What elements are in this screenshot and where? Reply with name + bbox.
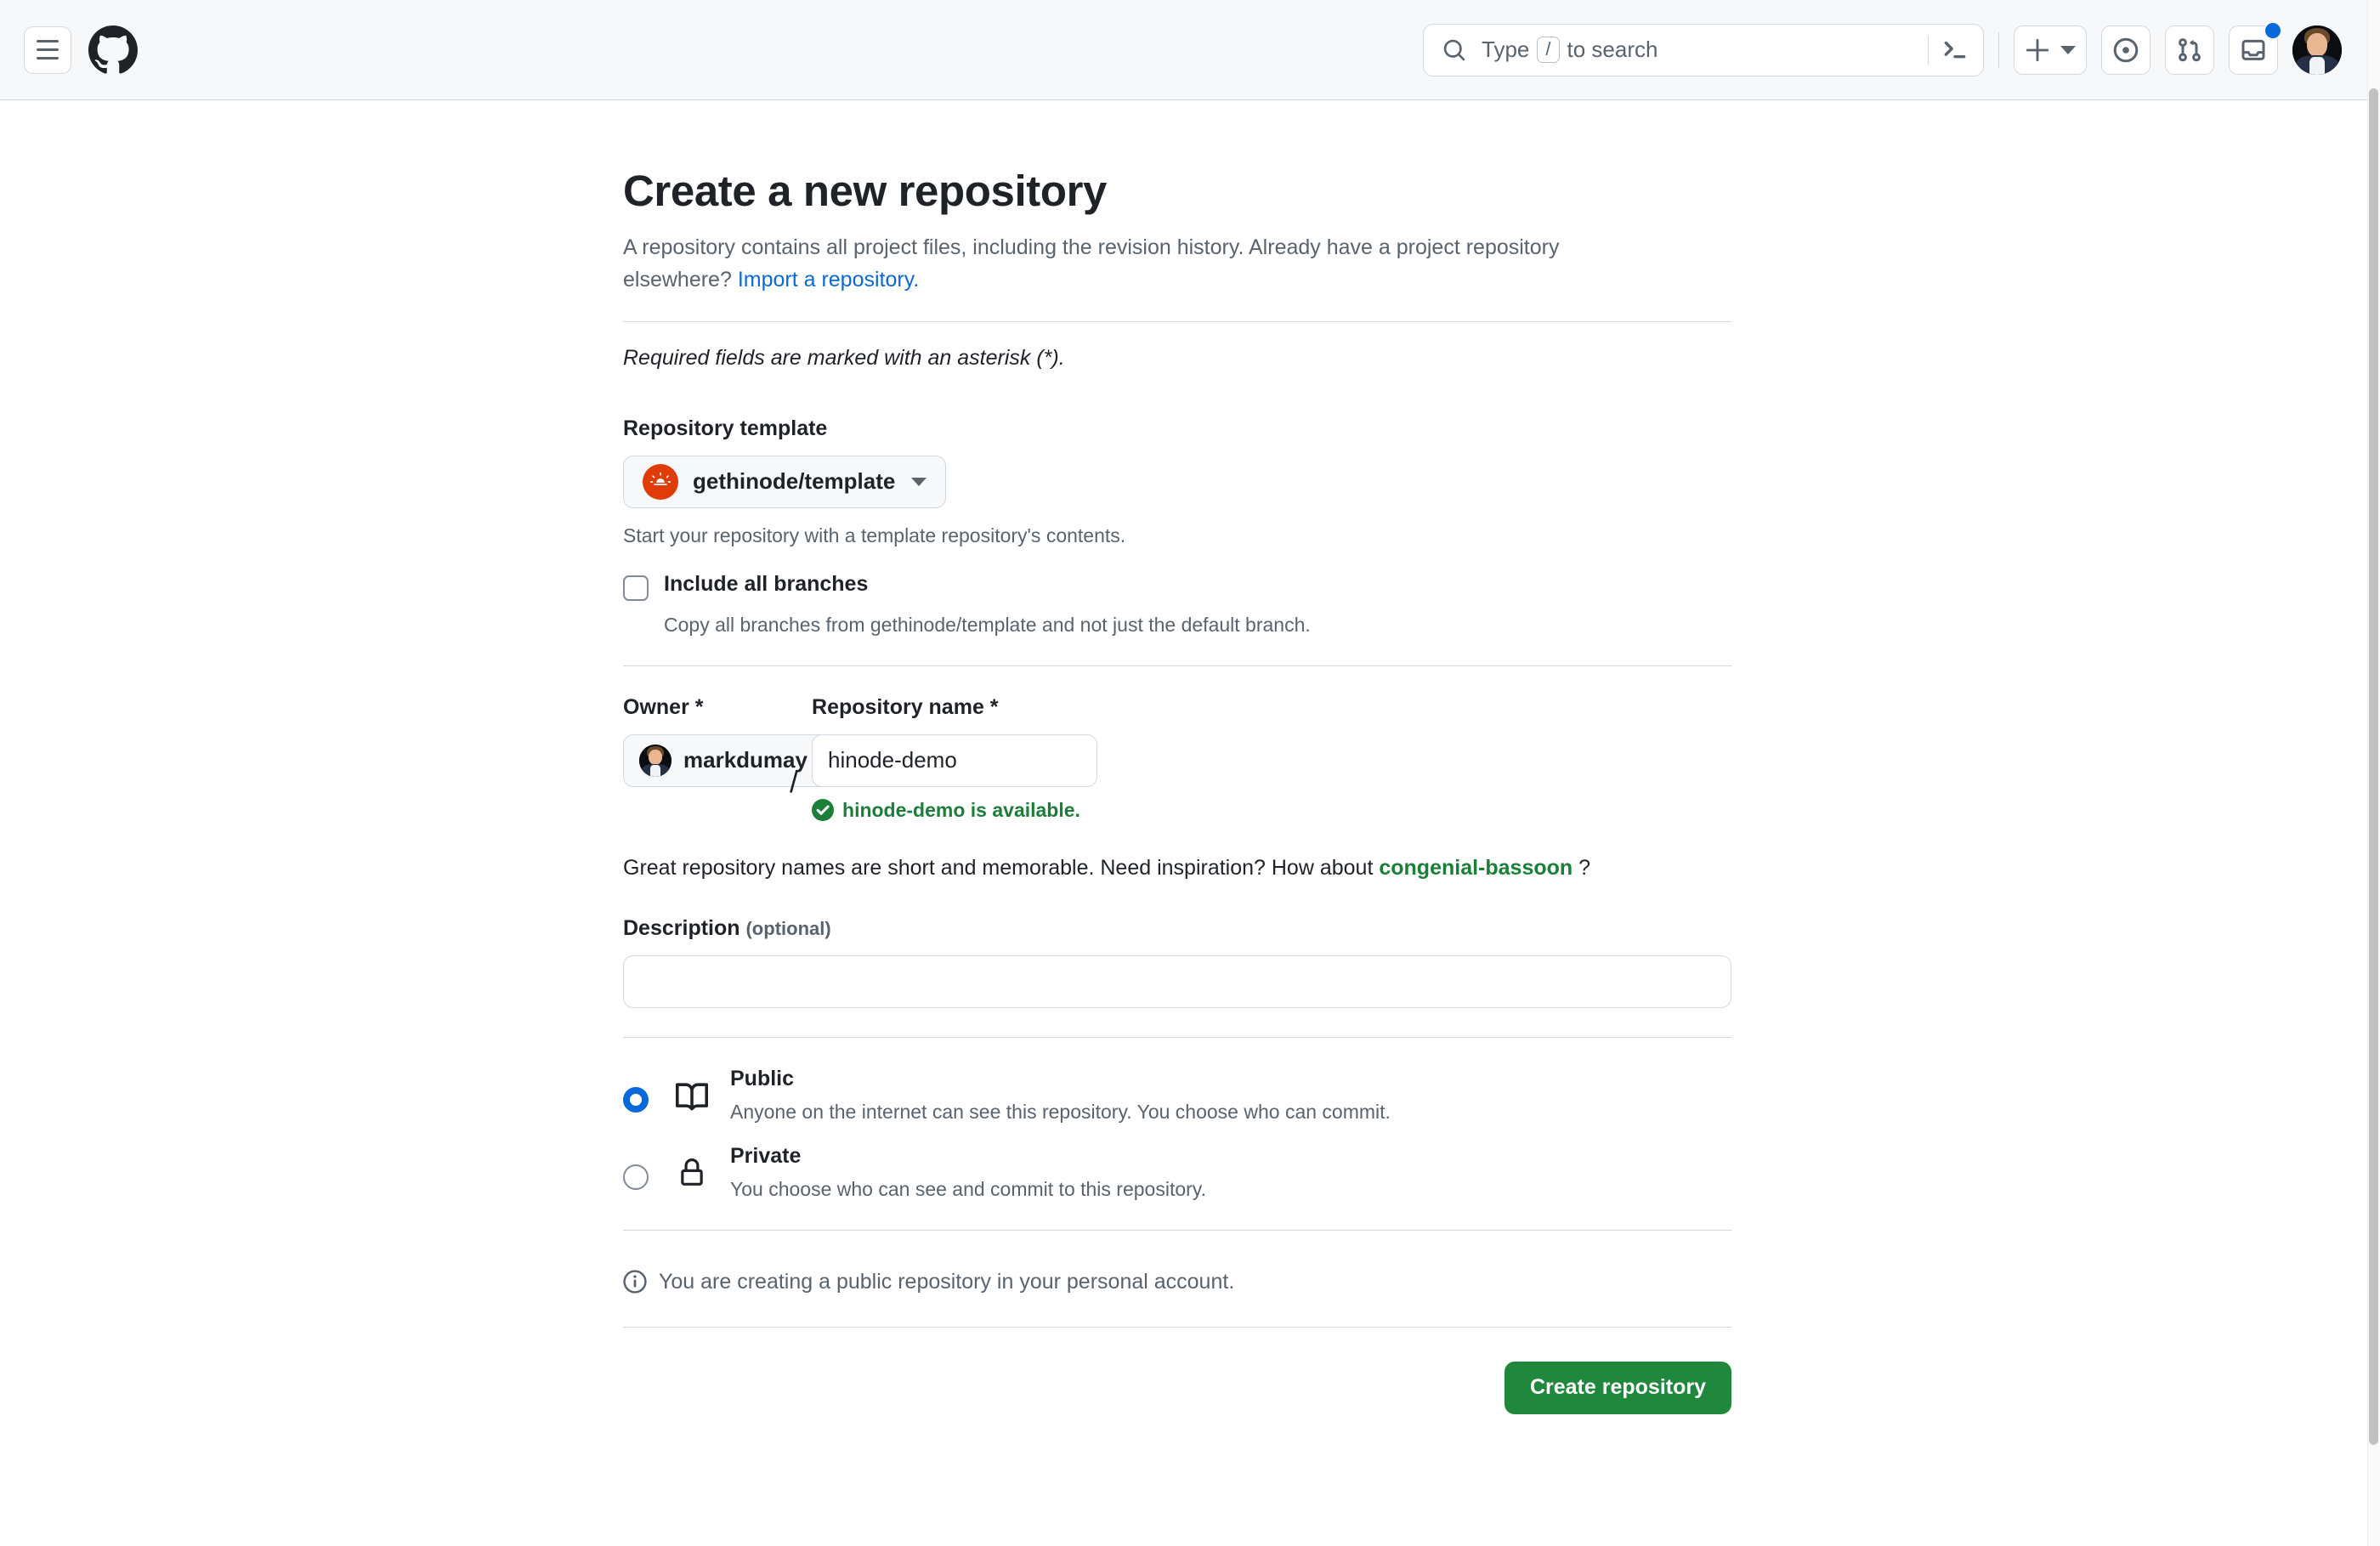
private-radio[interactable] [623, 1164, 649, 1190]
create-repository-form: Create a new repository A repository con… [623, 164, 1731, 1414]
search-divider [1928, 35, 1929, 65]
repository-template-section: Repository template gethinode/template S… [623, 416, 1731, 640]
repository-name-label: Repository name * [812, 694, 999, 719]
include-all-branches-hint: Copy all branches from gethinode/templat… [664, 614, 1311, 637]
header-separator [1998, 31, 1999, 68]
search-input[interactable]: Type / to search [1423, 23, 1984, 76]
divider-visibility [623, 1229, 1731, 1231]
visibility-section: Public Anyone on the internet can see th… [623, 1067, 1731, 1201]
divider-description [623, 1036, 1731, 1038]
repository-template-value: gethinode/template [693, 468, 896, 495]
public-title: Public [730, 1066, 795, 1090]
name-inspiration-text: Great repository names are short and mem… [623, 856, 1731, 881]
lock-icon [674, 1158, 710, 1187]
repository-template-hint: Start your repository with a template re… [623, 524, 1126, 546]
repository-name-input[interactable] [812, 733, 1098, 787]
repository-name-field: Repository name * hinode-demo is availab… [812, 694, 1098, 822]
private-title: Private [730, 1143, 802, 1168]
sunrise-icon [649, 472, 672, 485]
book-icon [674, 1081, 710, 1113]
inspiration-suffix: ? [1578, 855, 1591, 880]
create-new-button[interactable] [2014, 25, 2087, 75]
include-all-branches-checkbox[interactable] [623, 575, 649, 602]
public-subtitle: Anyone on the internet can see this repo… [730, 1100, 1391, 1123]
owner-name-separator: / [790, 764, 799, 800]
gethinode-logo-icon [643, 463, 678, 500]
git-pull-request-icon [2179, 37, 2201, 61]
page-title: Create a new repository [623, 167, 1108, 215]
description-optional-tag: (optional) [745, 917, 831, 939]
search-suffix: to search [1567, 37, 1658, 62]
creation-context-note: You are creating a public repository in … [623, 1270, 1731, 1294]
header-right-group: Type / to search [1423, 20, 2367, 76]
repository-name-availability: hinode-demo is available. [812, 799, 1097, 822]
import-repository-link[interactable]: Import a repository. [738, 268, 920, 292]
public-texts: Public Anyone on the internet can see th… [730, 1067, 1391, 1124]
plus-icon [2026, 38, 2049, 61]
description-label: Description (optional) [623, 916, 1731, 941]
info-icon [623, 1270, 647, 1294]
page-scrollbar-track[interactable] [2367, 0, 2380, 1546]
inspiration-prefix: Great repository names are short and mem… [623, 855, 1374, 880]
main-content-area: Create a new repository A repository con… [0, 100, 2367, 1546]
github-logo-icon[interactable] [88, 25, 138, 75]
inspiration-suggestion[interactable]: congenial-bassoon [1379, 856, 1572, 880]
divider-template [623, 665, 1731, 666]
description-label-text: Description [623, 915, 740, 940]
visibility-option-public[interactable]: Public Anyone on the internet can see th… [623, 1067, 1731, 1124]
avatar-photo [639, 744, 672, 777]
owner-avatar [639, 744, 672, 777]
search-prefix: Type [1482, 37, 1530, 62]
repository-template-label: Repository template [623, 416, 828, 440]
owner-field: Owner * markdumay [623, 694, 853, 787]
hamburger-menu-icon[interactable] [24, 25, 71, 74]
private-texts: Private You choose who can see and commi… [730, 1144, 1206, 1201]
terminal-icon[interactable] [1941, 36, 1969, 65]
owner-and-name-row: Owner * markdumay / Repository name * hi… [623, 695, 1731, 822]
user-avatar[interactable] [2292, 25, 2342, 75]
page-description: A repository contains all project files,… [623, 231, 1647, 296]
issue-opened-icon [2113, 37, 2139, 62]
search-icon [1443, 39, 1465, 60]
include-all-branches-texts: Include all branches [664, 572, 868, 597]
global-header: Type / to search [0, 0, 2367, 100]
check-circle-icon [812, 799, 835, 822]
divider-top [623, 320, 1731, 322]
creation-context-text: You are creating a public repository in … [659, 1269, 1235, 1294]
description-input[interactable] [623, 954, 1731, 1008]
inbox-icon [2241, 39, 2265, 60]
private-subtitle: You choose who can see and commit to thi… [730, 1177, 1206, 1200]
required-fields-note: Required fields are marked with an aster… [623, 345, 1065, 370]
create-repository-button[interactable]: Create repository [1504, 1361, 1731, 1414]
avatar-photo [2292, 25, 2342, 75]
availability-text: hinode-demo is available. [842, 798, 1080, 821]
header-left-group [0, 25, 138, 75]
pull-requests-button[interactable] [2165, 25, 2214, 75]
search-slash-key: / [1537, 36, 1560, 64]
issues-button[interactable] [2101, 25, 2150, 75]
repository-template-select[interactable]: gethinode/template [623, 455, 947, 508]
chevron-down-icon [2060, 45, 2076, 54]
page-scrollbar-thumb[interactable] [2369, 88, 2378, 1445]
notification-indicator-dot [2264, 20, 2282, 40]
description-section: Description (optional) [623, 916, 1731, 1008]
public-radio[interactable] [623, 1086, 649, 1113]
divider-footer [623, 1326, 1731, 1328]
include-all-branches-label[interactable]: Include all branches [664, 572, 868, 597]
chevron-down-icon [911, 477, 927, 486]
visibility-option-private[interactable]: Private You choose who can see and commi… [623, 1144, 1731, 1201]
form-actions: Create repository [623, 1361, 1731, 1414]
search-placeholder: Type / to search [1482, 36, 1658, 64]
owner-label: Owner * [623, 694, 704, 719]
include-all-branches-row: Include all branches [623, 572, 1731, 602]
notifications-inbox-button[interactable] [2229, 20, 2282, 75]
